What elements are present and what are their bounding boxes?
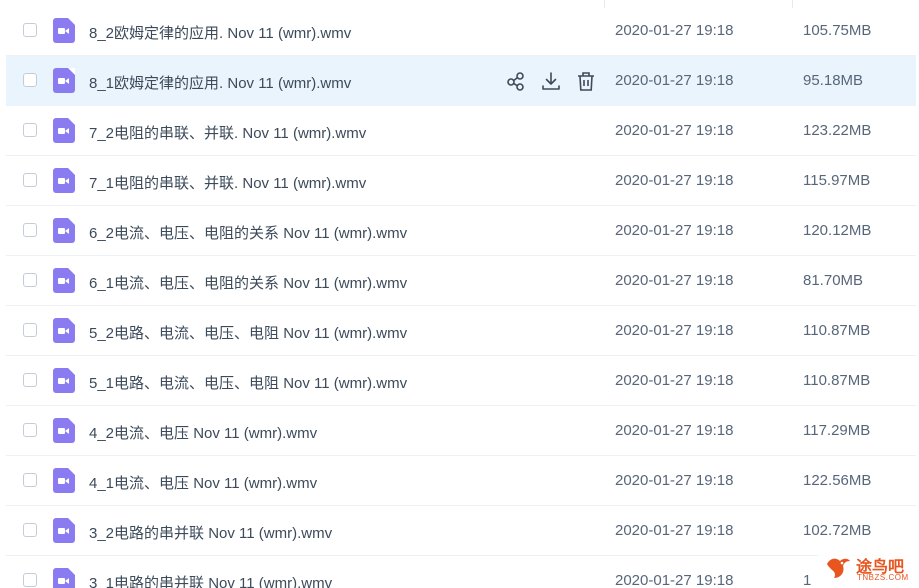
file-size: 1 (803, 572, 812, 588)
video-file-icon (53, 268, 75, 293)
trash-icon[interactable] (575, 69, 597, 93)
file-name[interactable]: 8_2欧姆定律的应用. Nov 11 (wmr).wmv (89, 22, 351, 43)
file-size: 110.87MB (803, 322, 871, 339)
file-date: 2020-01-27 19:18 (615, 22, 734, 39)
bird-logo-icon (827, 558, 850, 578)
file-row[interactable]: 3_1电路的串并联 Nov 11 (wmr).wmv 2020-01-27 19… (6, 556, 916, 588)
file-date: 2020-01-27 19:18 (615, 322, 734, 339)
file-name[interactable]: 7_2电阻的串联、并联. Nov 11 (wmr).wmv (89, 122, 366, 143)
watermark: 途鸟吧 TNBZS.COM (818, 548, 919, 588)
file-row[interactable]: 7_2电阻的串联、并联. Nov 11 (wmr).wmv 2020-01-27… (6, 106, 916, 156)
file-size: 123.22MB (803, 122, 872, 139)
row-checkbox[interactable] (23, 373, 37, 387)
file-size: 95.18MB (803, 72, 864, 89)
file-date: 2020-01-27 19:18 (615, 172, 734, 189)
row-checkbox[interactable] (23, 173, 37, 187)
file-size: 81.70MB (803, 272, 864, 289)
file-row[interactable]: 8_2欧姆定律的应用. Nov 11 (wmr).wmv 2020-01-27 … (6, 6, 916, 56)
row-checkbox[interactable] (23, 573, 37, 587)
file-size: 105.75MB (803, 22, 872, 39)
file-date: 2020-01-27 19:18 (615, 372, 734, 389)
file-name[interactable]: 6_2电流、电压、电阻的关系 Nov 11 (wmr).wmv (89, 222, 407, 243)
file-date: 2020-01-27 19:18 (615, 572, 734, 588)
file-name[interactable]: 3_1电路的串并联 Nov 11 (wmr).wmv (89, 572, 332, 588)
file-date: 2020-01-27 19:18 (615, 122, 734, 139)
video-file-icon (53, 318, 75, 343)
video-file-icon (53, 68, 75, 93)
file-date: 2020-01-27 19:18 (615, 422, 734, 439)
file-date: 2020-01-27 19:18 (615, 272, 734, 289)
row-checkbox[interactable] (23, 473, 37, 487)
file-name[interactable]: 5_1电路、电流、电压、电阻 Nov 11 (wmr).wmv (89, 372, 407, 393)
file-size: 110.87MB (803, 372, 871, 389)
video-file-icon (53, 518, 75, 543)
file-date: 2020-01-27 19:18 (615, 522, 734, 539)
file-size: 117.29MB (803, 422, 871, 439)
row-checkbox[interactable] (23, 423, 37, 437)
video-file-icon (53, 168, 75, 193)
file-name[interactable]: 6_1电流、电压、电阻的关系 Nov 11 (wmr).wmv (89, 272, 407, 293)
video-file-icon (53, 218, 75, 243)
file-name[interactable]: 3_2电路的串并联 Nov 11 (wmr).wmv (89, 522, 332, 543)
file-size: 120.12MB (803, 222, 872, 239)
video-file-icon (53, 118, 75, 143)
row-checkbox[interactable] (23, 73, 37, 87)
video-file-icon (53, 468, 75, 493)
file-row[interactable]: 5_2电路、电流、电压、电阻 Nov 11 (wmr).wmv 2020-01-… (6, 306, 916, 356)
file-date: 2020-01-27 19:18 (615, 472, 734, 489)
file-list: 8_2欧姆定律的应用. Nov 11 (wmr).wmv 2020-01-27 … (0, 0, 919, 588)
file-row[interactable]: 6_1电流、电压、电阻的关系 Nov 11 (wmr).wmv 2020-01-… (6, 256, 916, 306)
row-checkbox[interactable] (23, 223, 37, 237)
file-date: 2020-01-27 19:18 (615, 222, 734, 239)
row-checkbox[interactable] (23, 123, 37, 137)
file-row[interactable]: 5_1电路、电流、电压、电阻 Nov 11 (wmr).wmv 2020-01-… (6, 356, 916, 406)
file-row[interactable]: 4_2电流、电压 Nov 11 (wmr).wmv 2020-01-27 19:… (6, 406, 916, 456)
file-name[interactable]: 8_1欧姆定律的应用. Nov 11 (wmr).wmv (89, 72, 351, 93)
file-date: 2020-01-27 19:18 (615, 72, 734, 89)
file-name[interactable]: 4_1电流、电压 Nov 11 (wmr).wmv (89, 472, 317, 493)
row-checkbox[interactable] (23, 273, 37, 287)
video-file-icon (53, 368, 75, 393)
row-checkbox[interactable] (23, 323, 37, 337)
file-name[interactable]: 7_1电阻的串联、并联. Nov 11 (wmr).wmv (89, 172, 366, 193)
download-icon[interactable] (540, 69, 562, 93)
file-row[interactable]: 6_2电流、电压、电阻的关系 Nov 11 (wmr).wmv 2020-01-… (6, 206, 916, 256)
video-file-icon (53, 418, 75, 443)
file-size: 102.72MB (803, 522, 872, 539)
file-name[interactable]: 4_2电流、电压 Nov 11 (wmr).wmv (89, 422, 317, 443)
file-row[interactable]: 7_1电阻的串联、并联. Nov 11 (wmr).wmv 2020-01-27… (6, 156, 916, 206)
video-file-icon (53, 568, 75, 588)
share-icon[interactable] (505, 69, 527, 93)
watermark-subtitle: TNBZS.COM (857, 573, 909, 582)
video-file-icon (53, 18, 75, 43)
file-size: 115.97MB (803, 172, 871, 189)
file-name[interactable]: 5_2电路、电流、电压、电阻 Nov 11 (wmr).wmv (89, 322, 407, 343)
file-row[interactable]: 8_1欧姆定律的应用. Nov 11 (wmr).wmv 2020-01-27 … (6, 56, 916, 106)
file-size: 122.56MB (803, 472, 872, 489)
row-checkbox[interactable] (23, 523, 37, 537)
file-row[interactable]: 4_1电流、电压 Nov 11 (wmr).wmv 2020-01-27 19:… (6, 456, 916, 506)
row-checkbox[interactable] (23, 23, 37, 37)
file-row[interactable]: 3_2电路的串并联 Nov 11 (wmr).wmv 2020-01-27 19… (6, 506, 916, 556)
